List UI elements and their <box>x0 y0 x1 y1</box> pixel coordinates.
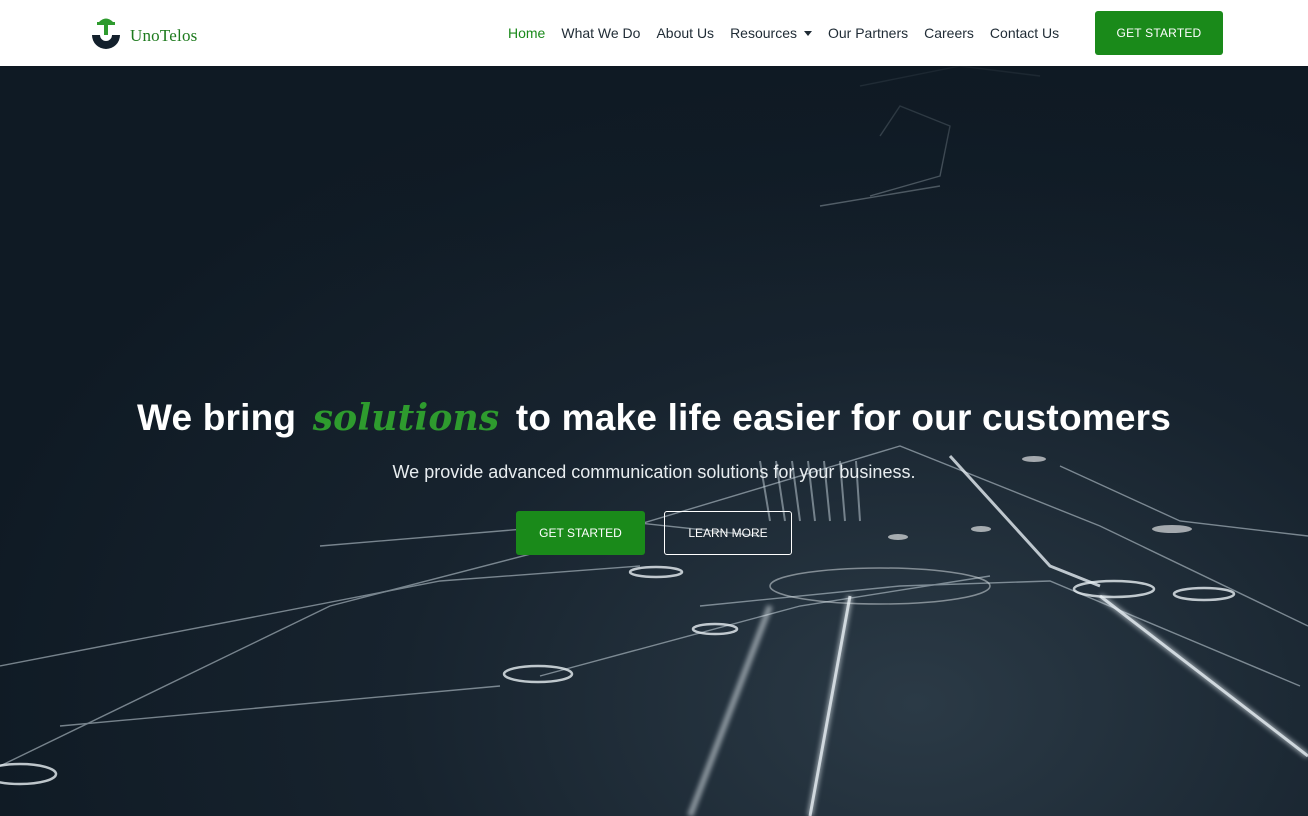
hero-title: We bring solutions to make life easier f… <box>0 397 1308 439</box>
logo-text: UnoTelos <box>130 26 198 45</box>
hero-title-end: to make life easier for our customers <box>515 397 1171 438</box>
hero-get-started-button[interactable]: GET STARTED <box>516 511 645 555</box>
nav-item-our-partners[interactable]: Our Partners <box>828 25 908 41</box>
nav-item-careers[interactable]: Careers <box>924 25 974 41</box>
nav-item-label: Contact Us <box>989 25 1060 41</box>
nav-item-label: Home <box>508 25 546 41</box>
unotelos-logo-icon <box>92 18 120 49</box>
nav-item-label: Resources <box>730 25 797 41</box>
nav-item-what-we-do[interactable]: What We Do <box>561 25 640 41</box>
main-nav: Home What We Do About Us Resources Our P… <box>508 0 1075 66</box>
hero-buttons: GET STARTED LEARN MORE <box>516 511 792 555</box>
nav-item-label: Careers <box>924 25 974 41</box>
learn-more-button[interactable]: LEARN MORE <box>664 511 792 555</box>
logo[interactable]: UnoTelos <box>86 13 197 53</box>
hero-section: We bring solutions to make life easier f… <box>0 66 1308 816</box>
navbar: UnoTelos Home What We Do About Us Resour… <box>0 0 1308 66</box>
nav-item-home[interactable]: Home <box>508 25 545 41</box>
nav-item-about-us[interactable]: About Us <box>656 25 714 41</box>
nav-item-label: Our Partners <box>827 25 909 41</box>
circuit-background-image <box>0 66 1308 816</box>
hero-title-start: We bring <box>137 397 297 438</box>
hero-subtitle: We provide advanced communication soluti… <box>392 462 916 482</box>
header-get-started-button[interactable]: GET STARTED <box>1095 11 1223 55</box>
nav-item-label: What We Do <box>561 25 641 41</box>
caret-down-icon <box>803 31 812 36</box>
nav-item-label: About Us <box>656 25 715 41</box>
hero-title-accent: solutions <box>312 397 500 439</box>
nav-item-resources[interactable]: Resources <box>730 25 812 41</box>
nav-item-contact-us[interactable]: Contact Us <box>990 25 1059 41</box>
